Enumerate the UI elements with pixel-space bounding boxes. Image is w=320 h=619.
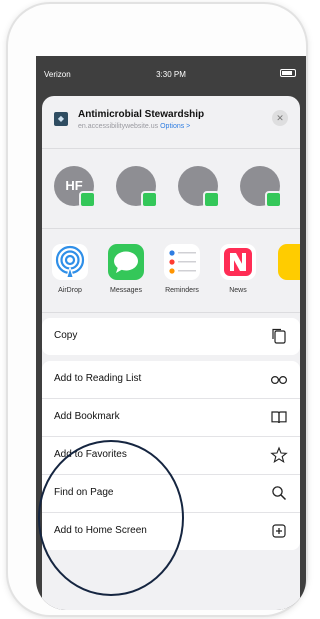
book-icon bbox=[271, 411, 287, 424]
app-label: News bbox=[229, 287, 247, 294]
share-app-reminders[interactable]: Reminders bbox=[160, 244, 204, 294]
add-reading-list-action[interactable]: Add to Reading List bbox=[42, 361, 300, 399]
add-favorites-action[interactable]: Add to Favorites bbox=[42, 437, 300, 475]
actions-list: Copy Add to Reading List Add Bookmark Ad… bbox=[42, 318, 300, 556]
action-label: Add Bookmark bbox=[54, 411, 120, 422]
star-icon bbox=[270, 446, 288, 464]
share-app-airdrop[interactable]: AirDrop bbox=[48, 244, 92, 294]
search-icon bbox=[272, 486, 287, 501]
messages-badge-icon bbox=[79, 191, 96, 208]
share-app-messages[interactable]: Messages bbox=[104, 244, 148, 294]
share-title: Antimicrobial Stewardship bbox=[78, 109, 205, 120]
action-label: Add to Home Screen bbox=[54, 525, 147, 536]
close-button[interactable]: ✕ bbox=[272, 110, 288, 126]
share-app-news[interactable]: News bbox=[216, 244, 260, 294]
action-label: Add to Reading List bbox=[54, 373, 142, 384]
contact-avatar[interactable]: HF bbox=[54, 166, 96, 208]
page-thumbnail-icon: ◆ bbox=[54, 112, 68, 126]
news-icon bbox=[220, 244, 256, 280]
contact-avatar[interactable] bbox=[178, 166, 220, 208]
phone-frame: Verizon 3:30 PM ◆ Antimicrobial Stewards… bbox=[8, 4, 306, 615]
share-subtitle: en.accessibilitywebsite.us Options > bbox=[78, 123, 190, 130]
app-icon-partial bbox=[278, 244, 300, 280]
add-bookmark-action[interactable]: Add Bookmark bbox=[42, 399, 300, 437]
copy-icon bbox=[272, 328, 286, 344]
reminders-icon bbox=[164, 244, 200, 280]
app-label: AirDrop bbox=[58, 287, 82, 294]
share-header: ◆ Antimicrobial Stewardship en.accessibi… bbox=[42, 96, 300, 149]
battery-icon bbox=[280, 69, 296, 77]
phone-screen: Verizon 3:30 PM ◆ Antimicrobial Stewards… bbox=[36, 56, 306, 610]
apps-row: AirDrop Messages Reminders News bbox=[42, 228, 300, 313]
share-url: en.accessibilitywebsite.us bbox=[78, 123, 159, 130]
add-square-icon bbox=[272, 524, 286, 538]
find-on-page-action[interactable]: Find on Page bbox=[42, 475, 300, 513]
glasses-icon bbox=[270, 375, 288, 385]
action-label: Copy bbox=[54, 330, 78, 341]
action-label: Add to Favorites bbox=[54, 449, 127, 460]
status-bar: Verizon 3:30 PM bbox=[36, 56, 306, 92]
add-home-screen-action[interactable]: Add to Home Screen bbox=[42, 513, 300, 550]
messages-badge-icon bbox=[265, 191, 282, 208]
app-label: Messages bbox=[110, 287, 142, 294]
messages-badge-icon bbox=[141, 191, 158, 208]
actions-group: Copy bbox=[42, 318, 300, 355]
app-label: Reminders bbox=[165, 287, 199, 294]
share-sheet: ◆ Antimicrobial Stewardship en.accessibi… bbox=[42, 96, 300, 610]
share-app-partial[interactable] bbox=[274, 244, 300, 280]
contacts-row: HF bbox=[42, 148, 300, 229]
airdrop-icon bbox=[52, 244, 88, 280]
options-link[interactable]: Options > bbox=[160, 123, 190, 130]
action-label: Find on Page bbox=[54, 487, 114, 498]
copy-action[interactable]: Copy bbox=[42, 318, 300, 355]
messages-icon bbox=[108, 244, 144, 280]
contact-avatar[interactable] bbox=[116, 166, 158, 208]
actions-group: Add to Reading List Add Bookmark Add to … bbox=[42, 361, 300, 550]
status-time: 3:30 PM bbox=[156, 70, 186, 79]
contact-avatar[interactable] bbox=[240, 166, 282, 208]
messages-badge-icon bbox=[203, 191, 220, 208]
